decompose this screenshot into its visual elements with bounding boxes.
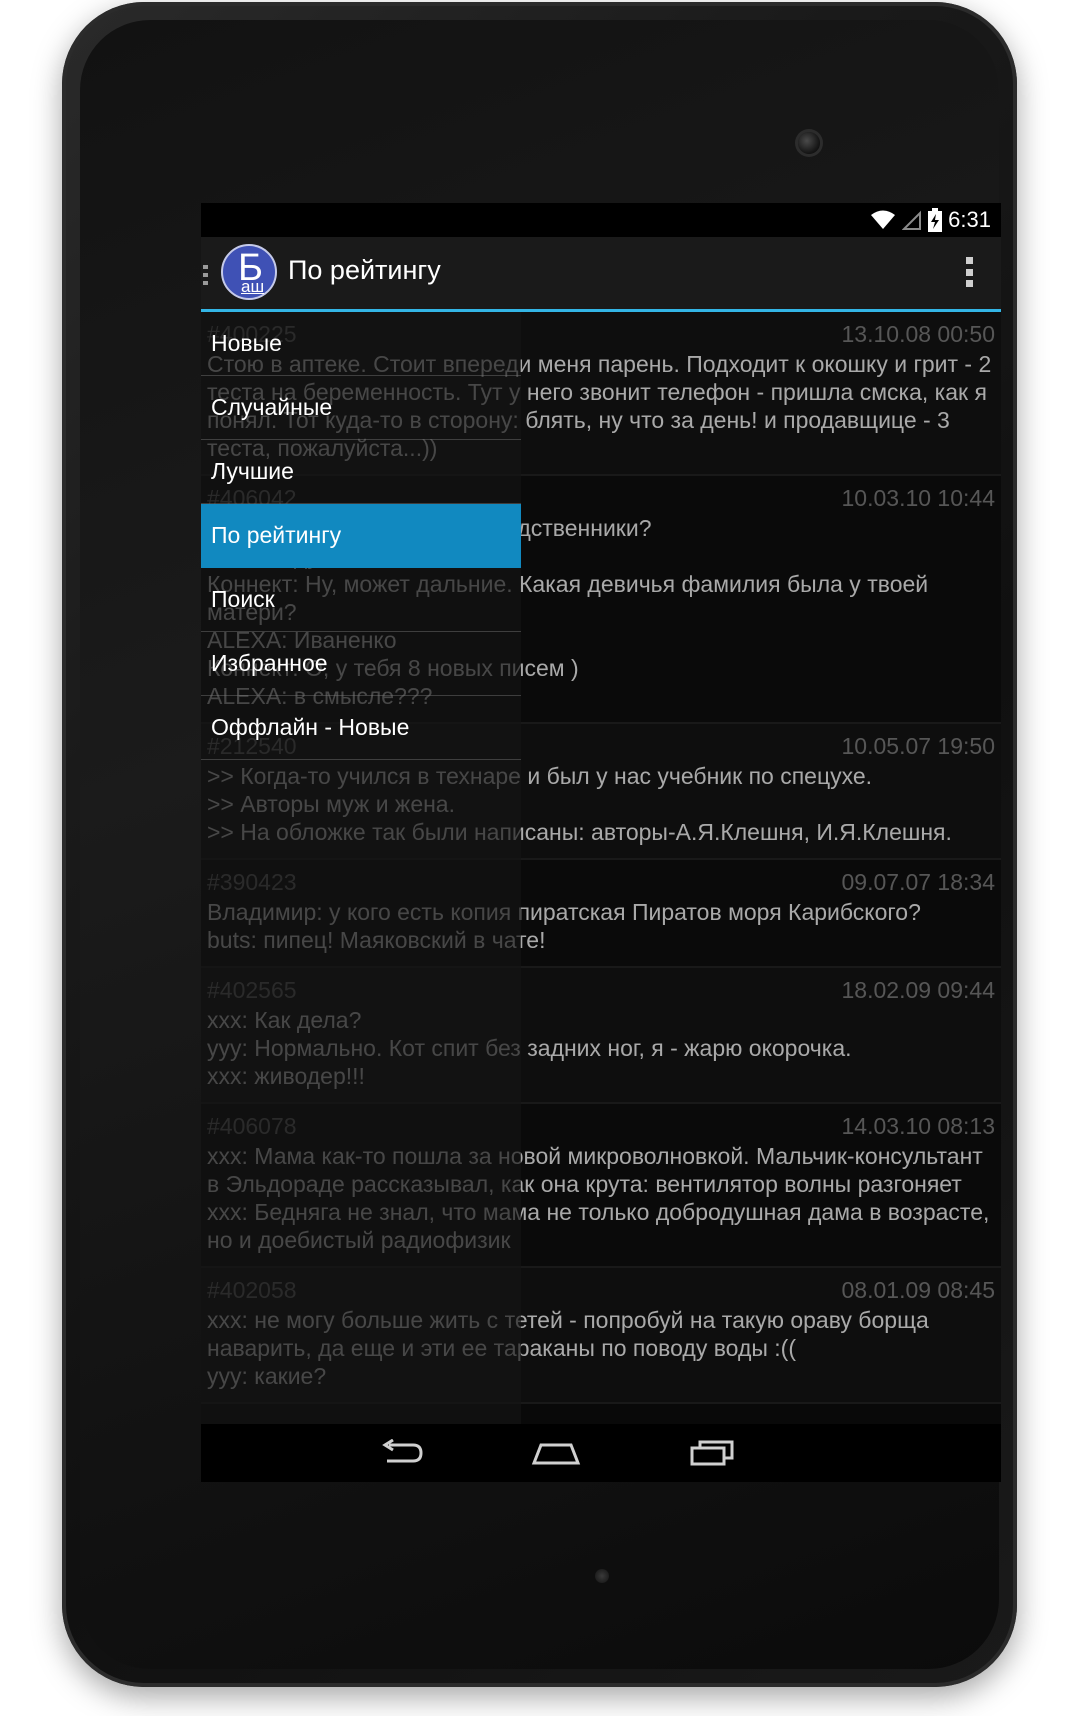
home-icon (531, 1443, 581, 1465)
status-icons: 6:31 (870, 206, 991, 234)
quote-date: 10.03.10 10:44 (841, 485, 995, 511)
drawer-item-best[interactable]: Лучшие (201, 440, 521, 504)
screen: 6:31 Б аш По рейтингу #400225 13.10.08 0… (201, 203, 1001, 1482)
drawer-item-offline-new[interactable]: Оффлайн - Новые (201, 696, 521, 760)
drawer-item-label: Случайные (211, 394, 333, 420)
quote-date: 09.07.07 18:34 (841, 869, 995, 895)
front-camera (798, 132, 820, 154)
tablet-device-frame: 6:31 Б аш По рейтингу #400225 13.10.08 0… (62, 2, 1017, 1687)
action-bar-title: По рейтингу (288, 255, 441, 285)
drawer-item-label: Поиск (211, 586, 275, 612)
drawer-indicator-icon[interactable] (203, 265, 208, 285)
quote-date: 14.03.10 08:13 (841, 1113, 995, 1139)
action-bar: Б аш По рейтингу (201, 237, 1001, 312)
home-button[interactable] (526, 1432, 586, 1474)
recent-apps-icon (690, 1440, 734, 1466)
notification-led (595, 1569, 609, 1583)
wifi-icon (871, 210, 896, 229)
drawer-item-search[interactable]: Поиск (201, 568, 521, 632)
overflow-menu-icon[interactable] (965, 257, 973, 287)
drawer-item-label: Новые (211, 330, 282, 356)
navigation-drawer: Новые Случайные Лучшие По рейтингу Поиск… (201, 312, 521, 1424)
drawer-item-label: Избранное (211, 650, 328, 676)
drawer-item-random[interactable]: Случайные (201, 376, 521, 440)
back-button[interactable] (371, 1432, 431, 1474)
drawer-item-favorites[interactable]: Избранное (201, 632, 521, 696)
drawer-item-by-rating[interactable]: По рейтингу (201, 504, 521, 568)
drawer-item-new[interactable]: Новые (201, 312, 521, 376)
drawer-item-label: По рейтингу (211, 522, 342, 548)
quote-date: 10.05.07 19:50 (841, 733, 995, 759)
quote-date: 18.02.09 09:44 (841, 977, 995, 1003)
status-bar: 6:31 (201, 203, 1001, 237)
back-icon (382, 1439, 423, 1463)
drawer-item-label: Лучшие (211, 458, 294, 484)
app-logo[interactable]: Б аш (221, 244, 277, 300)
no-signal-icon (902, 210, 922, 230)
quote-date: 13.10.08 00:50 (841, 321, 995, 347)
recent-apps-button[interactable] (683, 1432, 743, 1474)
logo-subtext: аш (241, 277, 265, 296)
quote-date: 08.01.09 08:45 (841, 1277, 995, 1303)
system-navigation-bar (201, 1424, 1001, 1482)
status-time: 6:31 (948, 207, 991, 232)
battery-charging-icon (928, 208, 943, 232)
drawer-item-label: Оффлайн - Новые (211, 714, 410, 740)
